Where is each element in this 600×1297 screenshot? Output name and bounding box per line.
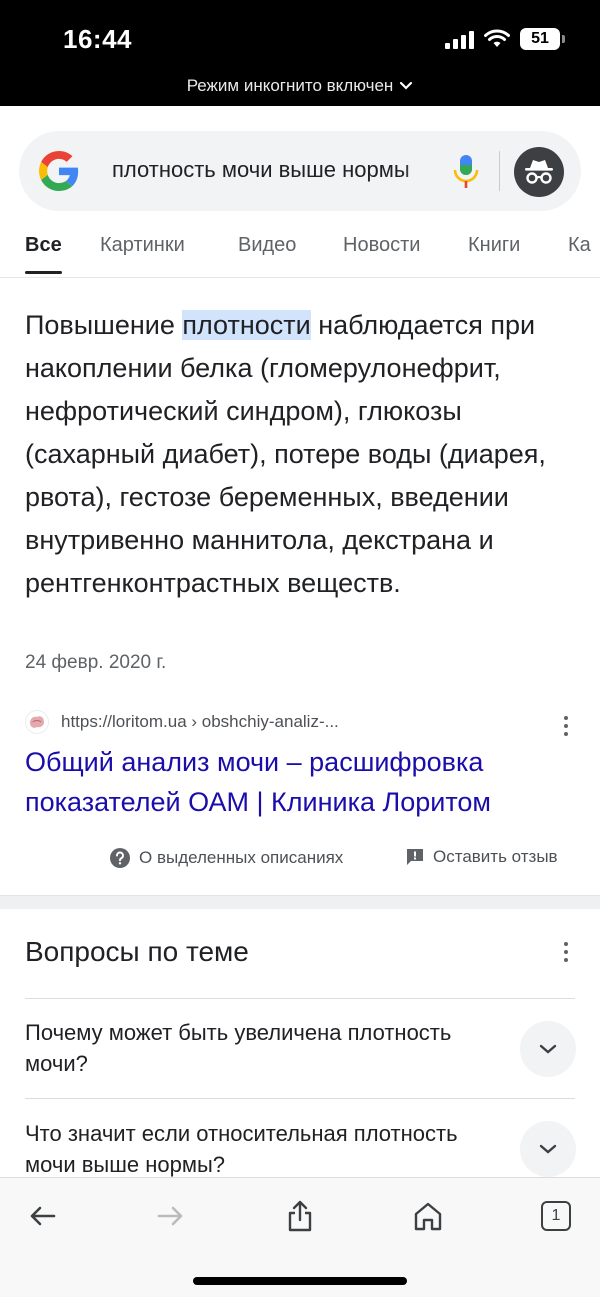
about-snippets-button[interactable]: О выделенных описаниях (109, 847, 343, 869)
forward-button[interactable] (149, 1196, 193, 1236)
share-button[interactable] (278, 1196, 322, 1236)
related-question[interactable]: Что значит если относительная плотность … (25, 1118, 465, 1180)
result-more-options-icon[interactable] (556, 714, 576, 738)
home-icon (414, 1202, 442, 1231)
search-divider (499, 151, 500, 191)
status-bar: 16:44 51 Режим инкогнито включен (0, 0, 600, 106)
featured-snippet-text: Повышение плотности наблюдается при нако… (25, 304, 585, 605)
search-tabs: Все Картинки Видео Новости Книги Ка (0, 226, 600, 278)
divider (25, 1098, 575, 1099)
chevron-down-icon (539, 1044, 557, 1054)
incognito-banner-text: Режим инкогнито включен (186, 76, 394, 95)
site-favicon-icon (25, 710, 49, 734)
search-input[interactable]: плотность мочи выше нормы (112, 157, 452, 183)
status-icons: 51 (445, 28, 565, 50)
section-separator (0, 895, 600, 909)
arrow-right-icon (157, 1206, 183, 1226)
feedback-label: Оставить отзыв (433, 847, 558, 866)
help-circle-icon (110, 848, 130, 868)
feedback-button[interactable]: Оставить отзыв (405, 847, 558, 867)
chevron-down-icon (539, 1144, 557, 1154)
battery-level: 51 (531, 30, 549, 47)
tab-images[interactable]: Картинки (100, 234, 185, 257)
snippet-highlight: плотности (182, 310, 311, 340)
chevron-down-icon (400, 81, 413, 90)
snippet-text-after: наблюдается при накоплении белка (гломер… (25, 310, 546, 598)
result-source[interactable]: https://loritom.ua › obshchiy-analiz-... (25, 710, 339, 734)
related-questions-more-icon[interactable] (556, 940, 576, 964)
expand-question-button[interactable] (520, 1121, 576, 1177)
status-time: 16:44 (63, 24, 132, 54)
snippet-date: 24 февр. 2020 г. (25, 652, 167, 673)
microphone-icon[interactable] (451, 153, 481, 191)
tab-news[interactable]: Новости (343, 234, 420, 257)
home-indicator (193, 1277, 407, 1285)
tab-books[interactable]: Книги (468, 234, 520, 257)
feedback-icon (407, 849, 423, 865)
share-icon (288, 1200, 312, 1232)
result-title-link[interactable]: Общий анализ мочи – расшифровка показате… (25, 742, 585, 822)
tab-all[interactable]: Все (25, 234, 62, 274)
divider (25, 998, 575, 999)
back-button[interactable] (20, 1196, 64, 1236)
related-question[interactable]: Почему может быть увеличена плотность мо… (25, 1017, 465, 1079)
incognito-icon (525, 160, 553, 184)
tab-video[interactable]: Видео (238, 234, 296, 257)
tab-more[interactable]: Ка (568, 234, 591, 257)
cellular-signal-icon (445, 29, 474, 49)
about-snippets-label: О выделенных описаниях (139, 848, 344, 867)
arrow-left-icon (30, 1206, 56, 1226)
related-questions-title: Вопросы по теме (25, 936, 249, 967)
snippet-text-before: Повышение (25, 310, 183, 340)
incognito-avatar-button[interactable] (514, 147, 564, 197)
home-button[interactable] (406, 1196, 450, 1236)
result-url: https://loritom.ua › obshchiy-analiz-... (61, 712, 339, 731)
google-logo-icon (39, 151, 79, 191)
tabs-button[interactable]: 1 (534, 1196, 578, 1236)
expand-question-button[interactable] (520, 1021, 576, 1077)
battery-icon: 51 (520, 28, 565, 50)
incognito-banner[interactable]: Режим инкогнито включен (0, 76, 600, 96)
wifi-icon (484, 29, 510, 47)
tab-count: 1 (541, 1201, 571, 1231)
search-bar[interactable]: плотность мочи выше нормы (19, 131, 581, 211)
